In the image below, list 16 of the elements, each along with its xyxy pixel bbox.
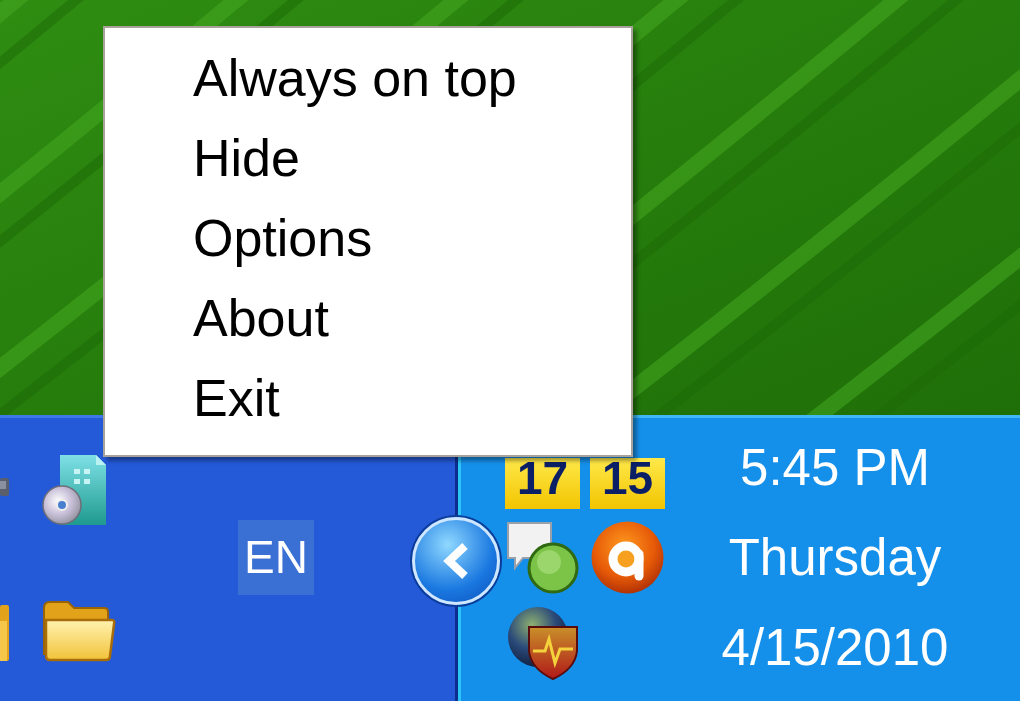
chat-status-icon[interactable] <box>505 520 580 595</box>
menu-item[interactable]: Exit <box>105 358 631 438</box>
disc-document-icon[interactable] <box>42 455 106 527</box>
tray-counter[interactable]: 17 <box>505 458 580 509</box>
menu-item[interactable]: Always on top <box>105 38 631 118</box>
menu-item[interactable]: About <box>105 278 631 358</box>
folder-icon[interactable] <box>42 600 116 662</box>
menu-item[interactable]: Hide <box>105 118 631 198</box>
shield-icon[interactable] <box>505 605 580 680</box>
menu-item[interactable]: Options <box>105 198 631 278</box>
circle-swirl-icon[interactable] <box>590 520 665 595</box>
tray-counter[interactable]: 15 <box>590 458 665 509</box>
clock-time: 5:45 PM <box>740 438 930 498</box>
language-indicator[interactable]: EN <box>238 520 314 595</box>
clock-date: 4/15/2010 <box>721 618 949 678</box>
clock-day: Thursday <box>728 513 942 603</box>
